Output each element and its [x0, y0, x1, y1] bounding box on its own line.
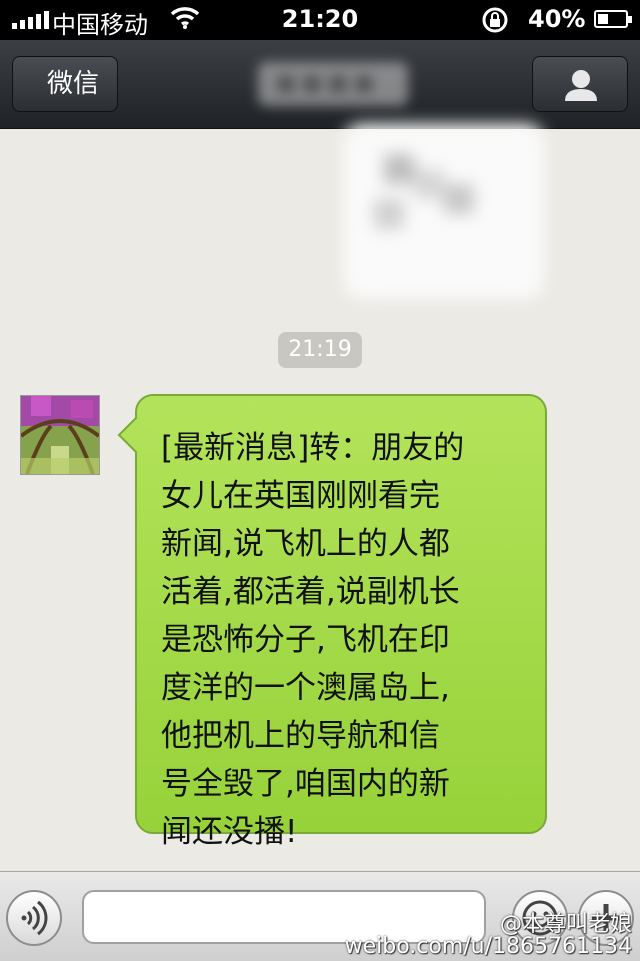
redacted-image-message[interactable]: [344, 124, 544, 299]
voice-button[interactable]: [6, 890, 62, 946]
status-bar: 中国移动 21:20 40%: [0, 0, 640, 40]
nav-title-redacted: [258, 62, 408, 106]
message-timestamp: 21:19: [278, 332, 362, 368]
watermark-url: weibo.com/u/1865761134: [344, 934, 632, 959]
message-text: [最新消息]转：朋友的 女儿在英国刚刚看完 新闻,说飞机上的人都 活着,都活着,…: [161, 430, 465, 850]
message-bubble[interactable]: [最新消息]转：朋友的 女儿在英国刚刚看完 新闻,说飞机上的人都 活着,都活着,…: [135, 394, 547, 850]
battery-percent: 40%: [528, 5, 586, 33]
battery-icon: [594, 10, 632, 28]
back-button[interactable]: 微信: [12, 56, 118, 112]
nav-bar: 微信: [0, 40, 640, 129]
person-icon: [565, 70, 597, 101]
rotation-lock-icon: [482, 7, 508, 33]
profile-button[interactable]: [532, 56, 628, 112]
chat-area[interactable]: 21:19 [最新消息]转：朋友的 女儿在英国刚刚看完 新闻,说飞机上的人都 活…: [0, 124, 640, 870]
avatar-tree-tunnel-image: [21, 396, 99, 474]
avatar[interactable]: [20, 395, 100, 475]
voice-icon: [21, 900, 48, 936]
